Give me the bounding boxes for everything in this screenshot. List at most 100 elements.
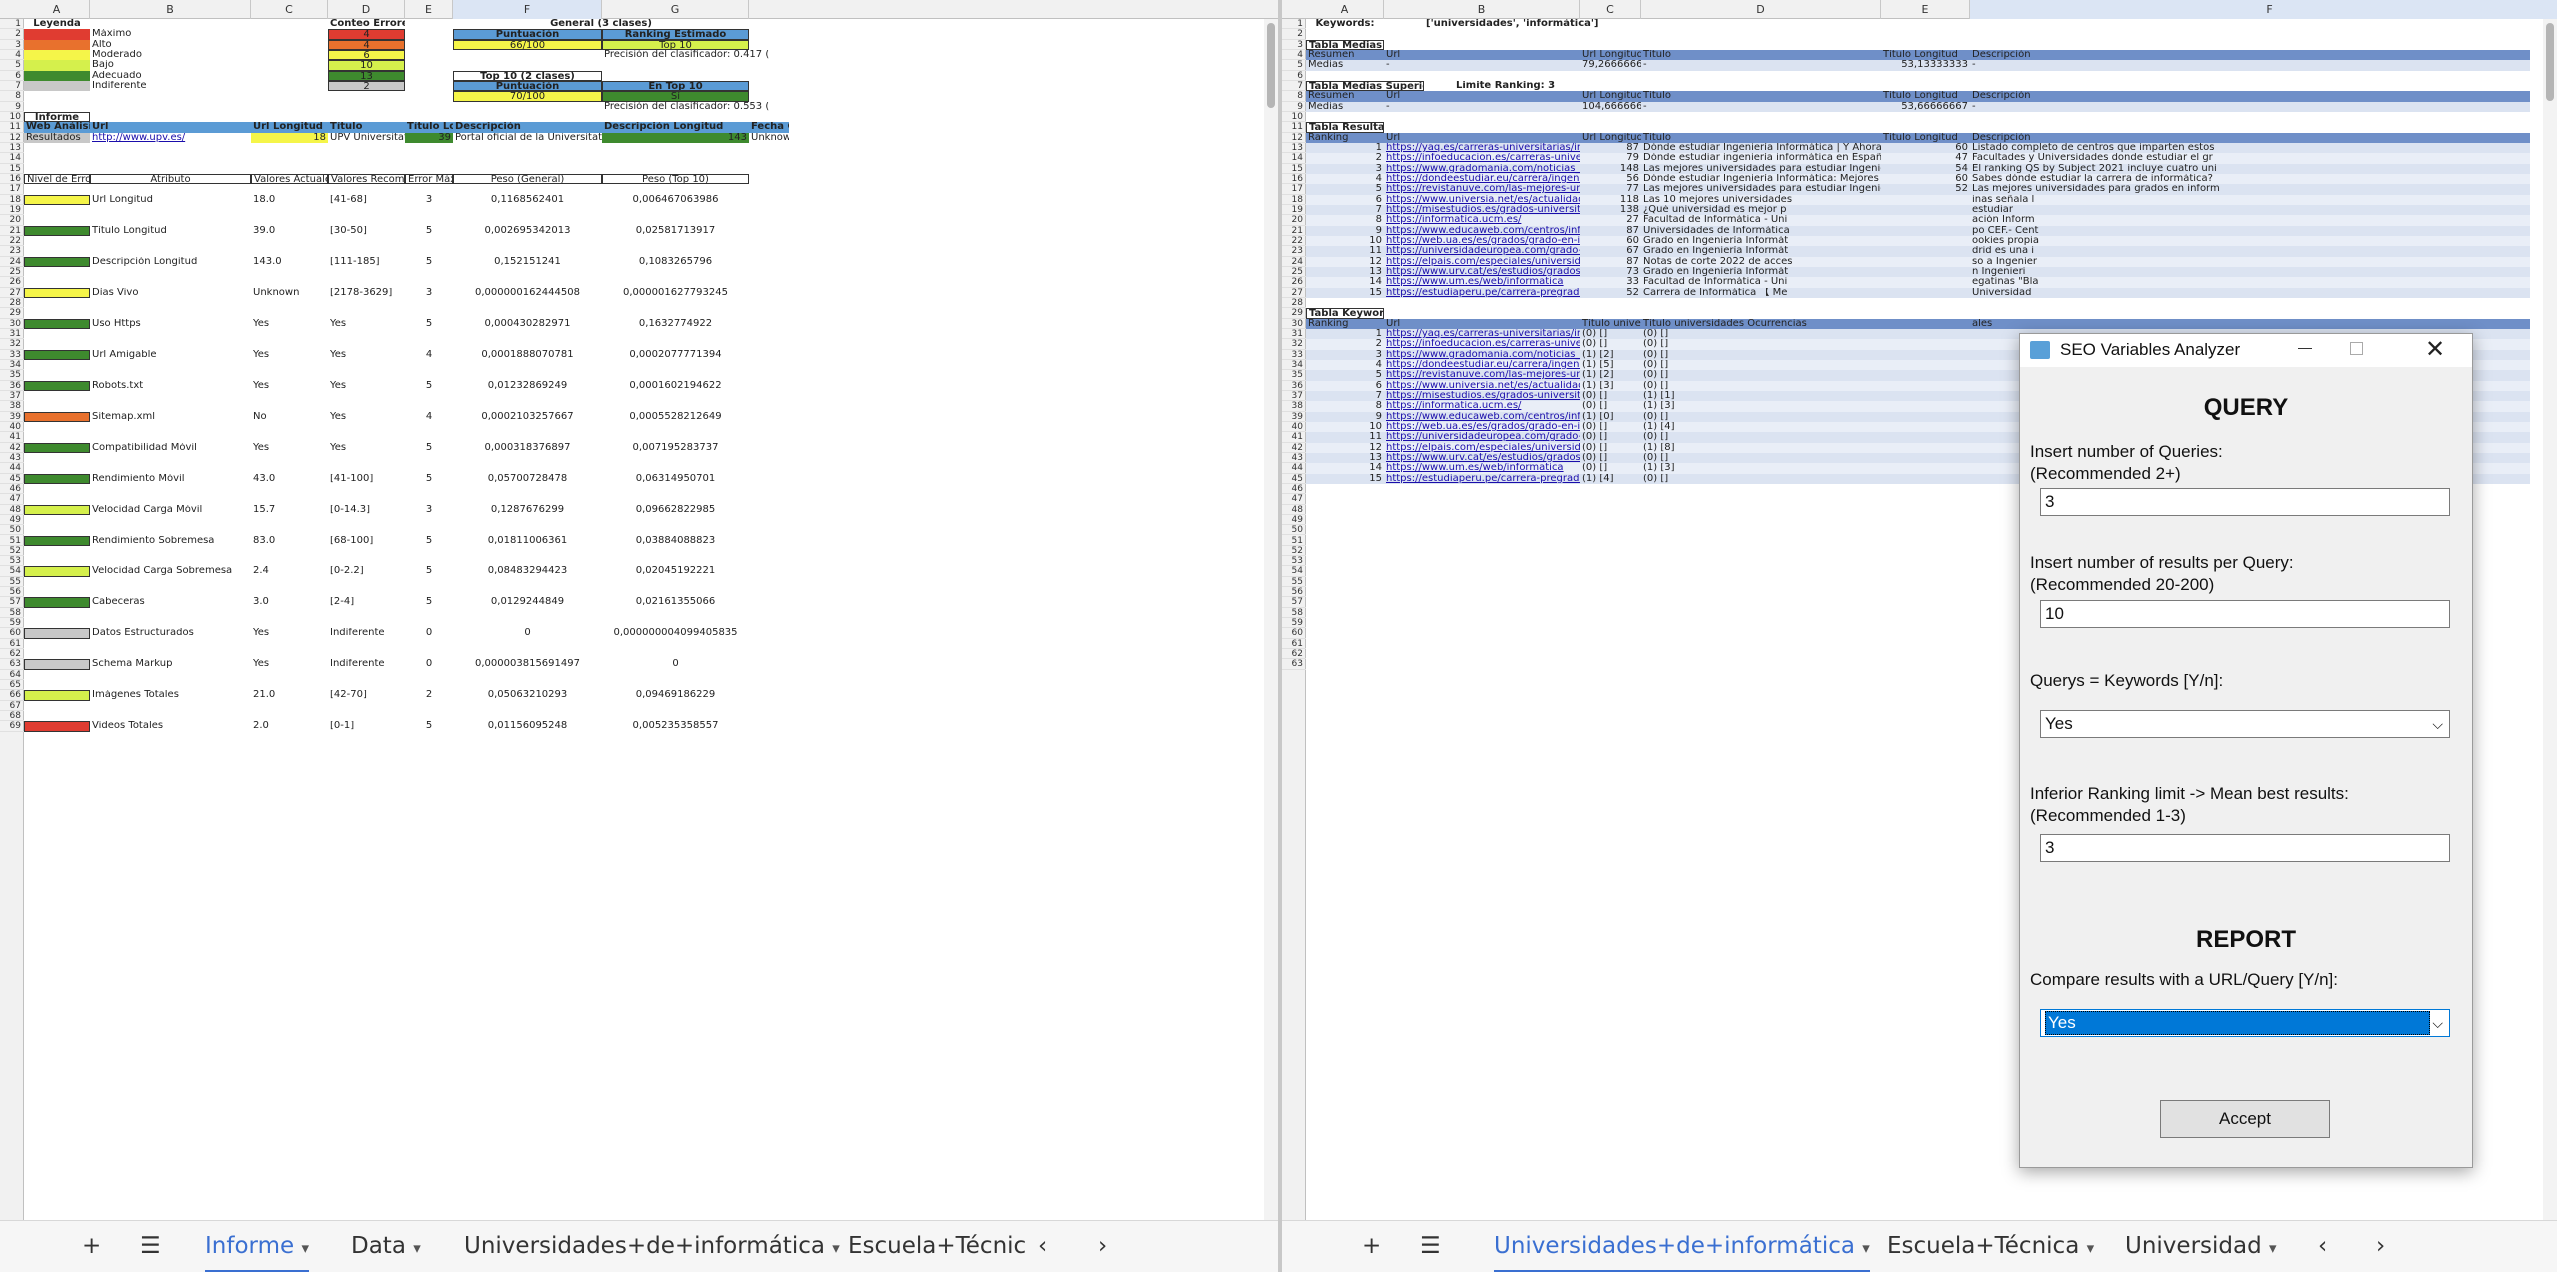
- resultados-cell[interactable]: 67: [1580, 246, 1641, 257]
- resultados-cell[interactable]: 13: [1306, 266, 1384, 278]
- row-header[interactable]: 63: [0, 659, 24, 670]
- top10-rank[interactable]: Sí: [602, 91, 749, 102]
- row-header[interactable]: 57: [0, 597, 24, 608]
- informe-cell[interactable]: Unknown: [749, 133, 789, 143]
- row-header[interactable]: 25: [1282, 267, 1306, 278]
- resultados-header[interactable]: Url: [1384, 132, 1580, 143]
- keywords-table-cell[interactable]: https://elpais.com/especiales/universida…: [1384, 442, 1580, 453]
- row-header[interactable]: 43: [0, 453, 24, 464]
- keywords-table-cell[interactable]: (1) [2]: [1580, 370, 1641, 381]
- medias-header[interactable]: Url: [1384, 49, 1580, 61]
- legend-label[interactable]: Indiferente: [90, 81, 251, 91]
- attr-weight-top10[interactable]: 0,02045192221: [602, 566, 749, 576]
- resultados-cell[interactable]: 3: [1306, 163, 1384, 174]
- row-header[interactable]: 69: [0, 721, 24, 732]
- row-header[interactable]: 1: [1282, 19, 1306, 30]
- keywords-table-cell[interactable]: (0) []: [1641, 473, 1881, 484]
- resultados-cell[interactable]: Grado en Ingeniería Informát: [1641, 235, 1881, 247]
- row-header[interactable]: 19: [1282, 205, 1306, 216]
- row-header[interactable]: 37: [0, 391, 24, 402]
- attr-name[interactable]: Videos Totales: [90, 721, 251, 731]
- keywords-table-cell[interactable]: (0) []: [1641, 339, 1881, 350]
- row-header[interactable]: 4: [1282, 50, 1306, 61]
- attr-weight-general[interactable]: 0,0002103257667: [453, 412, 602, 422]
- row-header[interactable]: 57: [1282, 597, 1306, 608]
- row-header[interactable]: 64: [0, 670, 24, 681]
- resultados-cell[interactable]: 79: [1580, 153, 1641, 164]
- keywords-table-cell[interactable]: (0) []: [1580, 421, 1641, 433]
- attr-max-error[interactable]: 5: [405, 319, 453, 329]
- informe-cell[interactable]: Portal oficial de la Universitat Politèc…: [453, 133, 602, 143]
- results-input[interactable]: 10: [2040, 600, 2450, 628]
- keywords-table-cell[interactable]: 13: [1306, 452, 1384, 464]
- row-header[interactable]: 20: [0, 215, 24, 226]
- resultados-cell[interactable]: https://infoeducacion.es/carreras-univer…: [1384, 153, 1580, 164]
- row-header[interactable]: 49: [1282, 515, 1306, 526]
- row-header[interactable]: 7: [1282, 81, 1306, 92]
- resultados-cell[interactable]: egatinas "Bla: [1970, 277, 2530, 288]
- attr-max-error[interactable]: 5: [405, 257, 453, 267]
- row-header[interactable]: 42: [0, 443, 24, 453]
- row-header[interactable]: 8: [0, 91, 24, 102]
- row-header[interactable]: 27: [0, 288, 24, 298]
- resultados-cell[interactable]: 27: [1580, 215, 1641, 226]
- keywords-table-cell[interactable]: 14: [1306, 463, 1384, 474]
- row-header[interactable]: 67: [0, 701, 24, 712]
- attr-max-error[interactable]: 4: [405, 350, 453, 360]
- attr-weight-general[interactable]: 0,000430282971: [453, 319, 602, 329]
- accept-button[interactable]: Accept: [2160, 1100, 2330, 1138]
- attr-actual[interactable]: Unknown: [251, 288, 328, 298]
- resultados-cell[interactable]: [1881, 225, 1970, 236]
- resultados-cell[interactable]: [1881, 246, 1970, 257]
- prev-sheet-icon[interactable]: ‹: [1038, 1221, 1047, 1272]
- keywords-table-title[interactable]: Tabla Keywords: [1306, 308, 1384, 319]
- keywords-table-cell[interactable]: 11: [1306, 432, 1384, 443]
- resultados-cell[interactable]: 148: [1580, 163, 1641, 174]
- attr-max-error[interactable]: 5: [405, 381, 453, 391]
- resultados-cell[interactable]: Facultad de Informática - Uni: [1641, 215, 1881, 226]
- row-header[interactable]: 28: [1282, 298, 1306, 309]
- general-precision[interactable]: Precisión del clasificador: 0.417 (Desvi…: [602, 50, 769, 60]
- row-header[interactable]: 36: [1282, 381, 1306, 391]
- row-header[interactable]: 58: [1282, 608, 1306, 619]
- row-header[interactable]: 42: [1282, 443, 1306, 453]
- resultados-cell[interactable]: https://misestudios.es/grados-universita…: [1384, 204, 1580, 216]
- attr-actual[interactable]: 21.0: [251, 690, 328, 700]
- ranking-limit[interactable]: Limite Ranking: 3: [1454, 81, 1604, 91]
- general-title[interactable]: General (3 clases): [453, 19, 749, 29]
- resultados-cell[interactable]: 15: [1306, 287, 1384, 298]
- row-header[interactable]: 49: [0, 515, 24, 526]
- superior-header[interactable]: Título Longitud: [1881, 91, 1970, 102]
- superior-header[interactable]: Resumen: [1306, 91, 1384, 102]
- row-header[interactable]: 34: [0, 360, 24, 371]
- attr-weight-top10[interactable]: 0,0001602194622: [602, 381, 749, 391]
- superior-cell[interactable]: -: [1641, 101, 1881, 112]
- attr-recommended[interactable]: Indiferente: [328, 628, 405, 638]
- attr-recommended[interactable]: [41-68]: [328, 195, 405, 205]
- keywords-table-cell[interactable]: 1: [1306, 328, 1384, 340]
- column-header[interactable]: B: [90, 0, 251, 19]
- row-header[interactable]: 61: [1282, 639, 1306, 650]
- informe-header[interactable]: Fecha C: [749, 122, 789, 133]
- keywords-table-cell[interactable]: 9: [1306, 411, 1384, 422]
- attr-max-error[interactable]: 5: [405, 566, 453, 576]
- attr-max-error[interactable]: 3: [405, 195, 453, 205]
- attr-actual[interactable]: Yes: [251, 443, 328, 453]
- attr-name[interactable]: Url Longitud: [90, 195, 251, 205]
- row-header[interactable]: 18: [0, 195, 24, 205]
- error-count[interactable]: 4: [328, 39, 405, 50]
- attr-recommended[interactable]: Yes: [328, 319, 405, 329]
- row-header[interactable]: 13: [1282, 143, 1306, 154]
- attr-name[interactable]: Schema Markup: [90, 659, 251, 669]
- resultados-cell[interactable]: https://web.ua.es/es/grados/grado-en-ing…: [1384, 235, 1580, 247]
- tab-escuela[interactable]: Escuela+Técnica ▾: [1887, 1221, 2094, 1272]
- attr-weight-top10[interactable]: 0,000000004099405835: [602, 628, 749, 638]
- resultados-cell[interactable]: [1881, 194, 1970, 205]
- keywords-table-cell[interactable]: 6: [1306, 380, 1384, 391]
- row-header[interactable]: 56: [1282, 587, 1306, 598]
- row-header[interactable]: 53: [0, 556, 24, 567]
- row-header[interactable]: 55: [1282, 577, 1306, 588]
- resultados-cell[interactable]: https://www.um.es/web/informatica: [1384, 277, 1580, 288]
- row-header[interactable]: 11: [1282, 122, 1306, 133]
- informe-cell[interactable]: UPV Universitat Politècnica: [328, 133, 405, 143]
